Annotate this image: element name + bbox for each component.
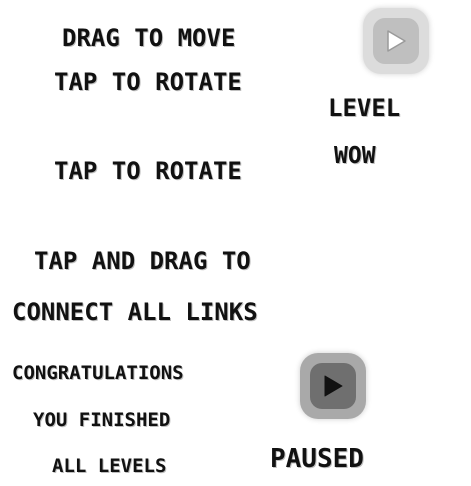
play-button-light-face (373, 18, 419, 64)
play-button-dark[interactable] (300, 353, 366, 419)
connect-all-links-label: CONNECT ALL LINKS (12, 298, 258, 326)
all-levels-label: ALL LEVELS (52, 455, 167, 477)
play-button-dark-face (310, 363, 356, 409)
tap-and-drag-to-label: TAP AND DRAG TO (34, 247, 251, 275)
congratulations-label: CONGRATULATIONS (12, 362, 184, 384)
play-icon (322, 374, 344, 398)
play-button-light[interactable] (363, 8, 429, 74)
level-label: LEVEL (328, 94, 401, 122)
play-icon (385, 29, 407, 53)
tap-to-rotate-label-2: TAP TO ROTATE (54, 157, 242, 185)
drag-to-move-label: DRAG TO MOVE (62, 24, 236, 52)
wow-label: WOW (334, 143, 376, 169)
you-finished-label: YOU FINISHED (33, 409, 171, 431)
paused-label: PAUSED (270, 444, 364, 474)
tap-to-rotate-label: TAP TO ROTATE (54, 68, 242, 96)
